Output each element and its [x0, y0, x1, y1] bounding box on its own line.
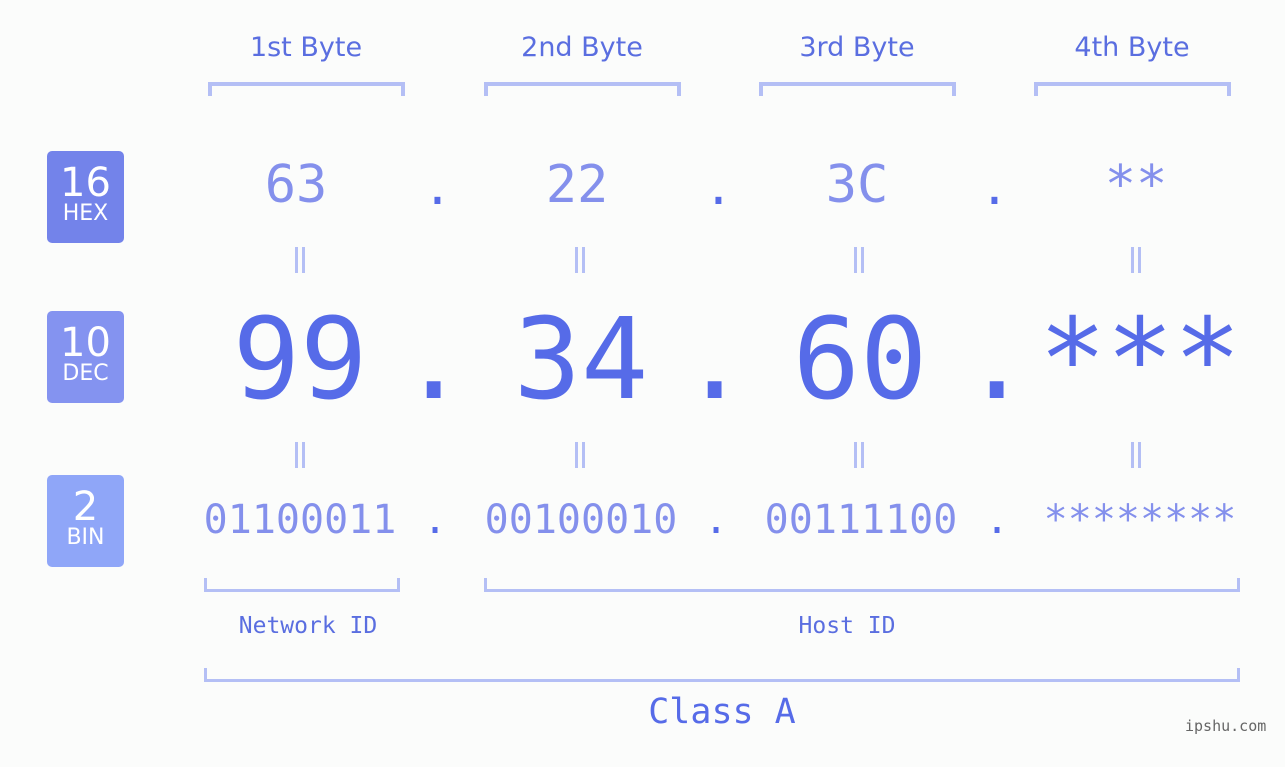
bin-separator-1: .: [423, 497, 448, 543]
equals-icon: [290, 442, 310, 468]
watermark: ipshu.com: [1185, 717, 1267, 735]
bin-byte-4: ********: [1043, 497, 1237, 543]
byte-header-3: 3rd Byte: [799, 32, 915, 63]
bin-base: 2: [72, 484, 99, 530]
dec-separator-2: .: [681, 295, 749, 425]
dec-separator-1: .: [400, 295, 468, 425]
bin-byte-3: 00111100: [764, 497, 958, 543]
dec-byte-4: ***: [1038, 295, 1242, 425]
hex-byte-2: 22: [545, 155, 609, 215]
hex-separator-2: .: [704, 160, 733, 216]
bin-badge: 2 BIN: [47, 475, 124, 567]
equals-icon: [849, 442, 869, 468]
hex-byte-3: 3C: [825, 155, 889, 215]
byte-bracket-3: [759, 82, 956, 96]
bin-byte-2: 00100010: [484, 497, 678, 543]
bin-separator-2: .: [704, 497, 729, 543]
hex-byte-4: **: [1104, 155, 1168, 215]
dec-base: 10: [60, 320, 111, 366]
dec-byte-3: 60: [792, 295, 928, 425]
bin-separator-3: .: [985, 497, 1010, 543]
byte-header-4: 4th Byte: [1074, 32, 1190, 63]
equals-icon: [570, 247, 590, 273]
dec-label: DEC: [62, 361, 109, 386]
bin-label: BIN: [66, 525, 105, 550]
byte-bracket-4: [1034, 82, 1231, 96]
byte-bracket-1: [208, 82, 405, 96]
dec-separator-3: .: [963, 295, 1031, 425]
host-id-label: Host ID: [798, 613, 896, 639]
dec-badge: 10 DEC: [47, 311, 124, 403]
host-id-bracket: [484, 578, 1240, 592]
equals-icon: [849, 247, 869, 273]
class-label: Class A: [648, 692, 796, 732]
network-id-label: Network ID: [238, 613, 378, 639]
hex-separator-3: .: [980, 160, 1009, 216]
network-id-bracket: [204, 578, 400, 592]
hex-badge: 16 HEX: [47, 151, 124, 243]
hex-byte-1: 63: [264, 155, 328, 215]
byte-bracket-2: [484, 82, 681, 96]
bin-byte-1: 01100011: [203, 497, 397, 543]
dec-byte-2: 34: [513, 295, 649, 425]
equals-icon: [1126, 442, 1146, 468]
hex-separator-1: .: [423, 160, 452, 216]
dec-byte-1: 99: [232, 295, 368, 425]
class-bracket: [204, 668, 1240, 682]
hex-base: 16: [60, 160, 111, 206]
byte-header-1: 1st Byte: [249, 32, 363, 63]
byte-header-2: 2nd Byte: [521, 32, 643, 63]
equals-icon: [1126, 247, 1146, 273]
equals-icon: [570, 442, 590, 468]
equals-icon: [290, 247, 310, 273]
hex-label: HEX: [62, 201, 109, 226]
